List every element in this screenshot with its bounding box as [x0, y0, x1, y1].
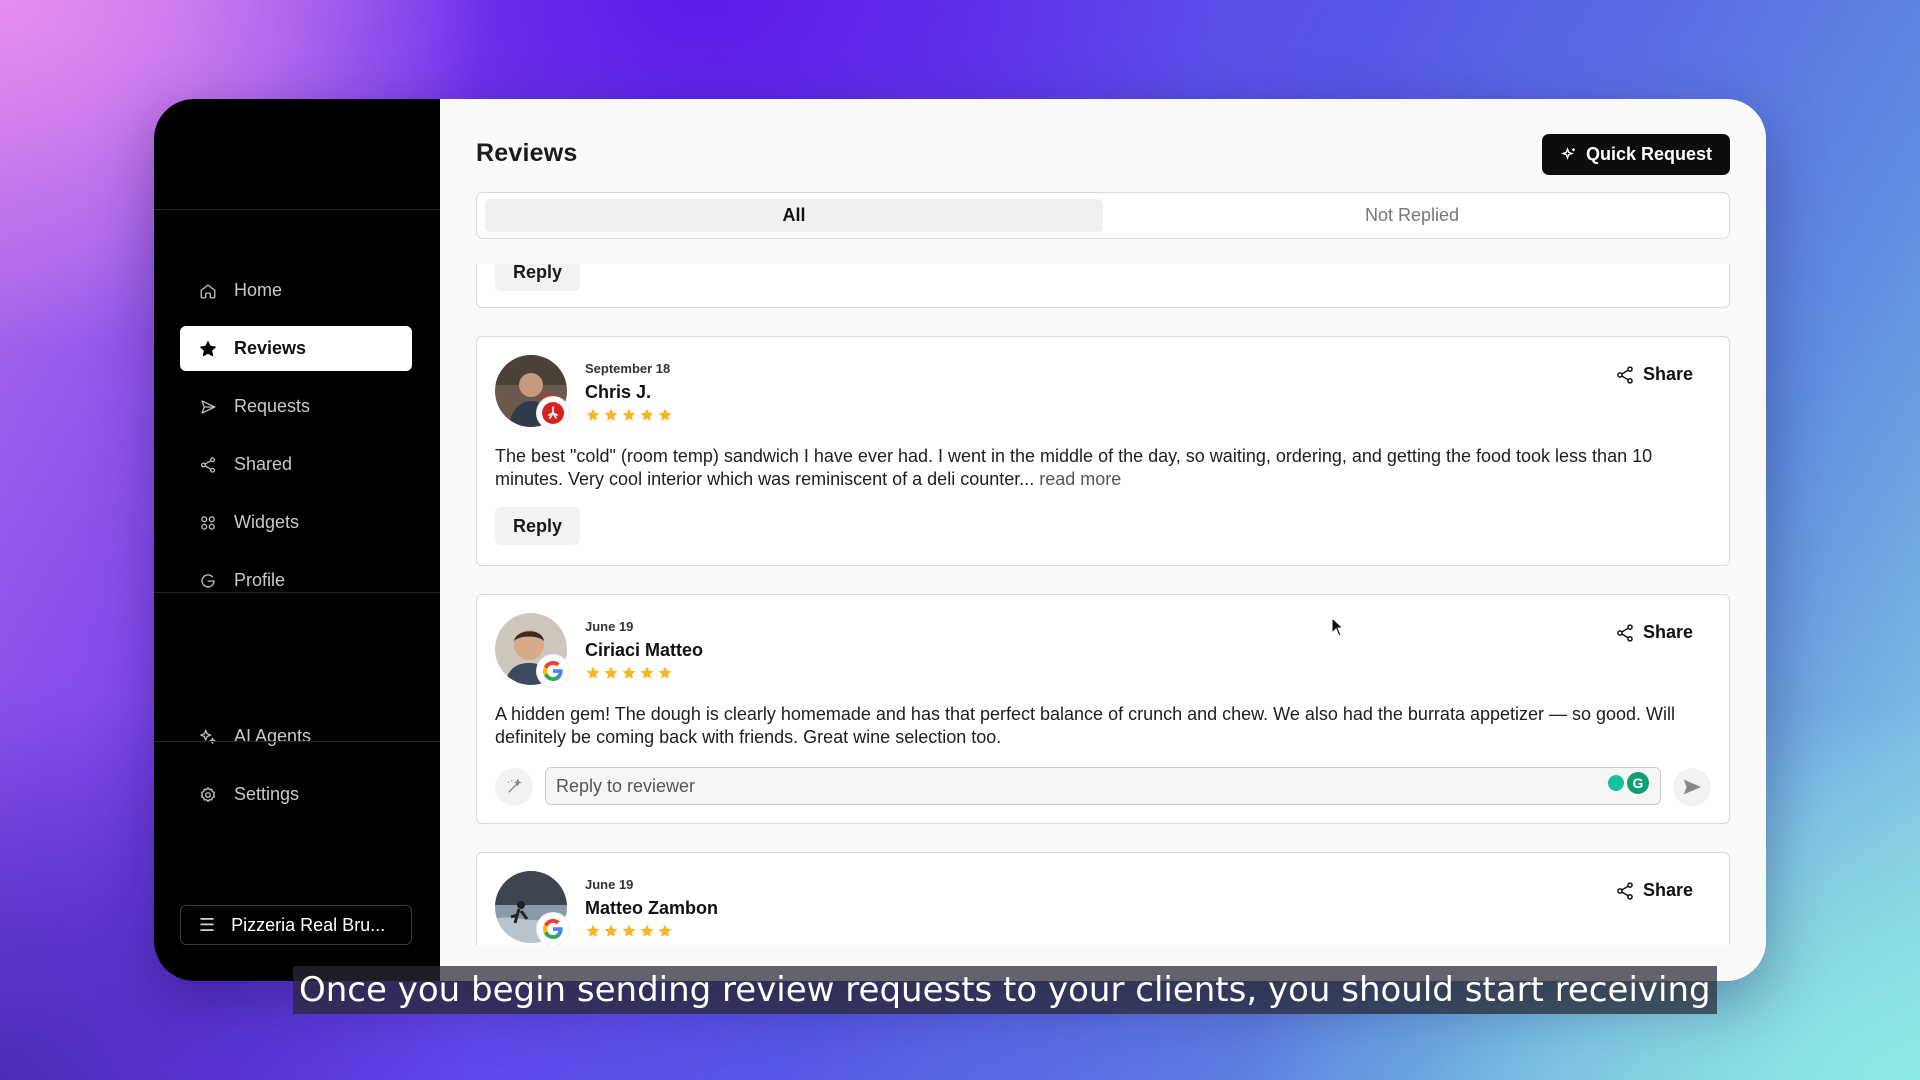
sidebar-item-label: Requests: [234, 396, 311, 416]
send-icon: [1683, 779, 1702, 795]
reply-input[interactable]: [545, 767, 1661, 805]
star-icon: [604, 666, 618, 679]
avatar: [495, 613, 569, 687]
sidebar-item-label: Settings: [234, 784, 300, 804]
google-icon: [198, 571, 218, 591]
widgets-icon: [198, 513, 218, 533]
yelp-icon: [537, 397, 569, 429]
star-icon: [198, 339, 218, 359]
share-button[interactable]: Share: [1615, 622, 1693, 643]
send-reply-button[interactable]: [1673, 768, 1711, 806]
star-icon: [604, 408, 618, 421]
grammarly-icon: G: [1608, 772, 1649, 794]
gear-icon: [198, 785, 218, 805]
share-button[interactable]: Share: [1615, 880, 1693, 901]
reviewer-name: Chris J.: [585, 382, 652, 402]
review-date: June 19: [585, 619, 634, 634]
star-rating: [585, 923, 673, 939]
sidebar-divider: [154, 741, 440, 742]
sidebar-item-label: Profile: [234, 570, 286, 590]
read-more-link[interactable]: read more: [1039, 469, 1121, 489]
reviewer-name: Matteo Zambon: [585, 898, 718, 918]
star-icon: [658, 408, 672, 421]
avatar: [495, 871, 569, 945]
review-filter-tabs: All Not Replied: [476, 192, 1730, 239]
review-card: September 18 Chris J. Share The best "co…: [476, 336, 1730, 566]
sidebar-item-shared[interactable]: Shared: [180, 442, 412, 487]
tab-not-replied[interactable]: Not Replied: [1103, 199, 1721, 232]
star-rating: [585, 407, 673, 423]
review-card: June 19 Matteo Zambon Share: [476, 852, 1730, 945]
star-icon: [586, 924, 600, 937]
home-icon: [198, 281, 218, 301]
reply-button[interactable]: Reply: [495, 264, 581, 291]
app-window: Home Reviews Requests Shared Widgets Pro…: [154, 99, 1766, 981]
star-icon: [622, 666, 636, 679]
sparkle-icon: [198, 727, 218, 747]
sidebar-item-reviews[interactable]: Reviews: [180, 326, 412, 371]
star-icon: [658, 924, 672, 937]
star-icon: [640, 408, 654, 421]
menu-icon: ☰: [199, 914, 216, 935]
sidebar-item-profile[interactable]: Profile: [180, 558, 412, 603]
share-label: Share: [1642, 880, 1693, 900]
business-selector[interactable]: ☰ Pizzeria Real Bru...: [180, 905, 412, 945]
sidebar-item-label: Widgets: [234, 512, 300, 532]
sidebar-item-label: Shared: [234, 454, 293, 474]
sidebar-item-settings[interactable]: Settings: [180, 772, 412, 817]
main-content: Reviews Quick Request All Not Replied Re…: [440, 99, 1766, 981]
business-name: Pizzeria Real Bru...: [231, 914, 386, 935]
share-icon: [1617, 365, 1633, 384]
sidebar-item-label: AI Agents: [234, 726, 312, 746]
review-date: September 18: [585, 361, 671, 376]
google-icon: [537, 913, 569, 945]
sidebar-item-home[interactable]: Home: [180, 268, 412, 313]
page-title: Reviews: [476, 139, 578, 167]
avatar: [495, 355, 569, 429]
star-icon: [586, 666, 600, 679]
share-icon: [198, 455, 218, 475]
star-icon: [658, 666, 672, 679]
magic-wand-icon: [507, 778, 522, 793]
sidebar-item-requests[interactable]: Requests: [180, 384, 412, 429]
star-icon: [640, 666, 654, 679]
share-icon: [1617, 623, 1633, 642]
google-icon: [537, 655, 569, 687]
review-text: A hidden gem! The dough is clearly homem…: [495, 704, 1676, 747]
sidebar: Home Reviews Requests Shared Widgets Pro…: [154, 99, 440, 981]
reviews-feed[interactable]: Reply September 18 Chris J. Share The be…: [476, 264, 1730, 945]
share-label: Share: [1642, 364, 1693, 384]
share-button[interactable]: Share: [1615, 364, 1693, 385]
review-date: June 19: [585, 877, 634, 892]
star-icon: [604, 924, 618, 937]
sidebar-item-widgets[interactable]: Widgets: [180, 500, 412, 545]
sidebar-item-ai-agents[interactable]: AI Agents: [180, 714, 412, 759]
share-label: Share: [1642, 622, 1693, 642]
sidebar-item-label: Reviews: [234, 338, 307, 358]
review-card: Reply: [476, 264, 1730, 308]
review-text: The best "cold" (room temp) sandwich I h…: [495, 445, 1685, 491]
reply-button[interactable]: Reply: [495, 507, 581, 545]
send-icon: [198, 397, 218, 417]
mouse-cursor-icon: [1331, 617, 1345, 637]
star-icon: [640, 924, 654, 937]
review-card: June 19 Ciriaci Matteo Share A hidden ge…: [476, 594, 1730, 824]
ai-reply-button[interactable]: [495, 768, 533, 806]
video-caption: Once you begin sending review requests t…: [293, 966, 1717, 1014]
star-icon: [622, 408, 636, 421]
star-icon: [586, 408, 600, 421]
sparkle-icon: [1560, 146, 1575, 160]
reviewer-name: Ciriaci Matteo: [585, 640, 704, 660]
star-rating: [585, 665, 673, 681]
share-icon: [1617, 881, 1633, 900]
quick-request-button[interactable]: Quick Request: [1541, 134, 1730, 175]
sidebar-divider: [154, 592, 440, 593]
quick-request-label: Quick Request: [1585, 144, 1712, 164]
tab-all[interactable]: All: [485, 199, 1103, 232]
sidebar-divider: [154, 209, 440, 210]
sidebar-item-label: Home: [234, 280, 283, 300]
star-icon: [622, 924, 636, 937]
